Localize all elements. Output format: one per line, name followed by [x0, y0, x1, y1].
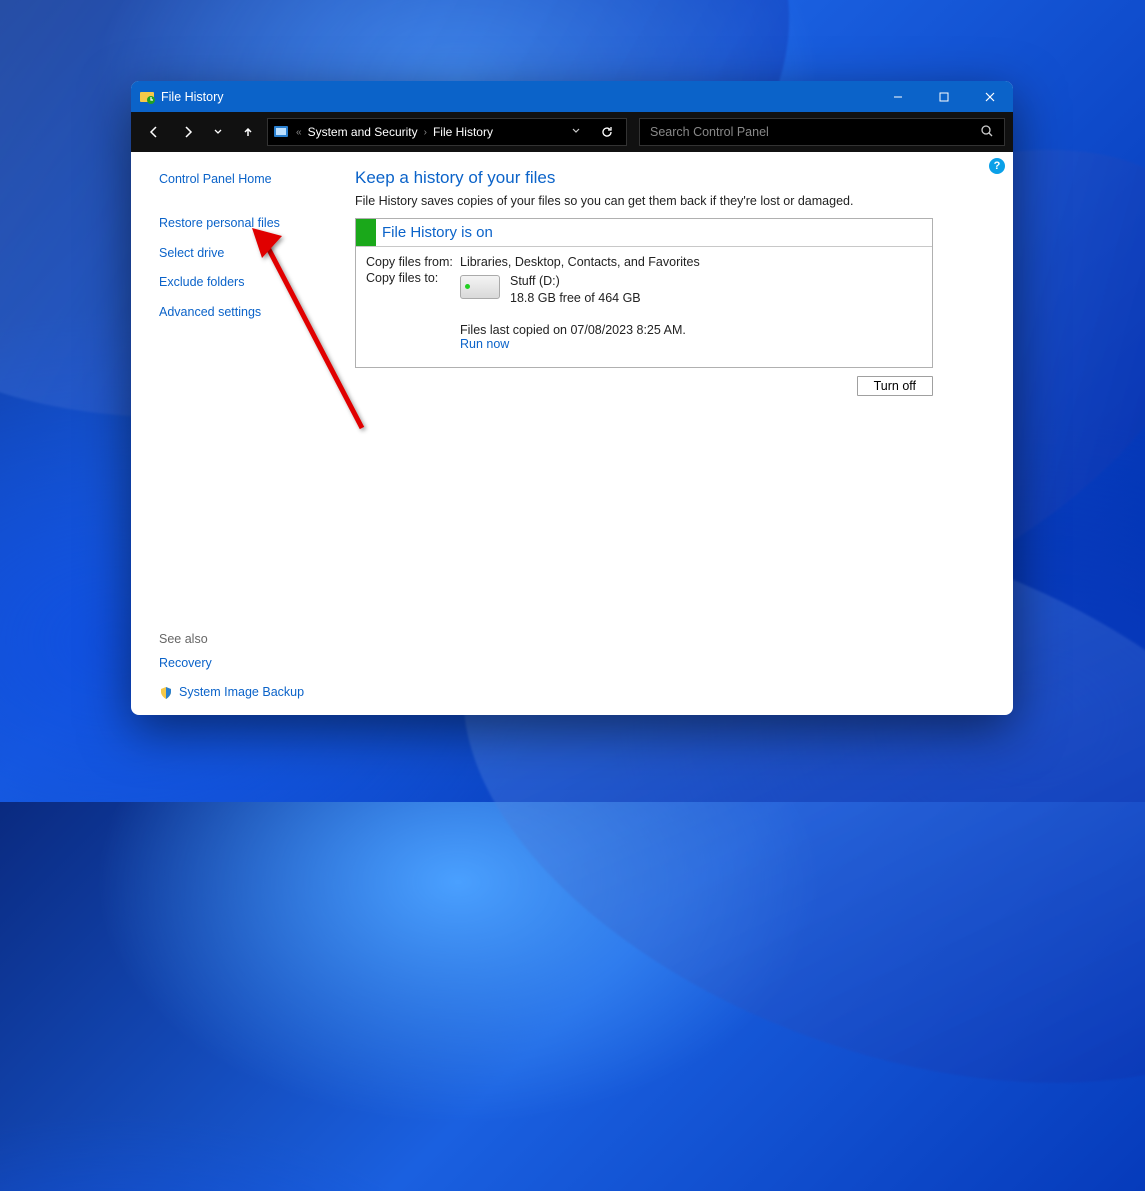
control-panel-home-link[interactable]: Control Panel Home: [159, 168, 341, 192]
copy-to-label: Copy files to:: [366, 271, 460, 351]
breadcrumb-history-chevrons[interactable]: «: [296, 127, 302, 138]
breadcrumb-parent[interactable]: System and Security: [308, 125, 418, 139]
turn-off-button[interactable]: Turn off: [857, 376, 933, 396]
breadcrumb-current[interactable]: File History: [433, 125, 493, 139]
close-button[interactable]: [967, 81, 1013, 112]
drive-free-space: 18.8 GB free of 464 GB: [510, 290, 641, 307]
nav-back-button[interactable]: [139, 118, 169, 146]
navbar: « System and Security › File History: [131, 112, 1013, 152]
control-panel-icon: [272, 123, 290, 141]
file-history-window: File History: [131, 81, 1013, 715]
drive-icon: [460, 275, 500, 299]
status-panel: File History is on Copy files from: Libr…: [355, 218, 933, 368]
shield-icon: [159, 686, 173, 700]
sidebar-restore-personal-files[interactable]: Restore personal files: [159, 212, 341, 236]
last-copied-text: Files last copied on 07/08/2023 8:25 AM.: [460, 323, 922, 337]
see-also-heading: See also: [159, 372, 341, 646]
nav-recent-dropdown[interactable]: [207, 118, 229, 146]
sidebar-system-image-backup[interactable]: System Image Backup: [179, 681, 304, 705]
address-bar[interactable]: « System and Security › File History: [267, 118, 627, 146]
run-now-link[interactable]: Run now: [460, 337, 922, 351]
page-description: File History saves copies of your files …: [355, 194, 985, 208]
maximize-button[interactable]: [921, 81, 967, 112]
address-dropdown-icon[interactable]: [566, 125, 586, 139]
nav-forward-button[interactable]: [173, 118, 203, 146]
main-content: Keep a history of your files File Histor…: [355, 152, 1013, 715]
file-history-app-icon: [139, 89, 155, 105]
sidebar-exclude-folders[interactable]: Exclude folders: [159, 271, 341, 295]
chevron-right-icon: ›: [424, 127, 427, 138]
minimize-button[interactable]: [875, 81, 921, 112]
titlebar: File History: [131, 81, 1013, 112]
sidebar: Control Panel Home Restore personal file…: [131, 152, 355, 715]
search-icon[interactable]: [980, 124, 994, 141]
drive-name: Stuff (D:): [510, 273, 641, 290]
sidebar-advanced-settings[interactable]: Advanced settings: [159, 301, 341, 325]
sidebar-recovery[interactable]: Recovery: [159, 652, 341, 676]
copy-from-label: Copy files from:: [366, 255, 460, 269]
status-title: File History is on: [376, 224, 493, 241]
copy-from-value: Libraries, Desktop, Contacts, and Favori…: [460, 255, 922, 269]
search-box[interactable]: [639, 118, 1005, 146]
window-title: File History: [161, 90, 875, 104]
nav-up-button[interactable]: [233, 118, 263, 146]
page-heading: Keep a history of your files: [355, 168, 985, 188]
status-indicator-on: [356, 219, 376, 246]
refresh-button[interactable]: [592, 125, 622, 139]
sidebar-select-drive[interactable]: Select drive: [159, 242, 341, 266]
search-input[interactable]: [650, 125, 972, 139]
